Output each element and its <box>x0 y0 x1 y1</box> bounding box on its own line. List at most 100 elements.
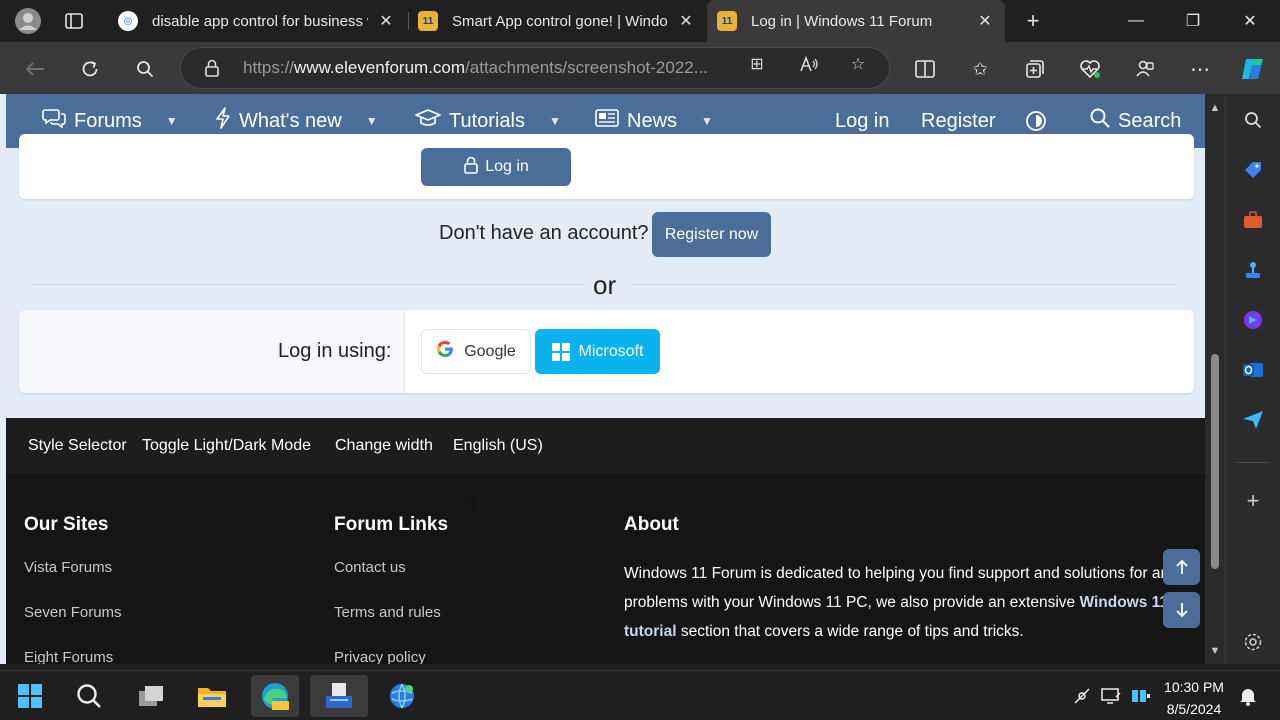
task-view-icon[interactable] <box>133 678 169 714</box>
address-bar[interactable]: https://www.elevenforum.com/attachments/… <box>180 47 890 89</box>
tab-bing-search[interactable]: ◎ disable app control for business w ✕ <box>108 0 406 42</box>
scroll-to-top-button[interactable] <box>1163 549 1200 585</box>
clock-time: 10:30 PM <box>1164 679 1224 695</box>
split-screen-icon[interactable] <box>910 54 940 84</box>
browser-essentials-icon[interactable] <box>1075 54 1105 84</box>
nav-label: What's new <box>239 109 342 132</box>
restore-button[interactable]: ❐ <box>1164 0 1222 42</box>
chevron-down-icon[interactable]: ▼ <box>701 114 713 128</box>
scroll-to-bottom-button[interactable] <box>1163 592 1200 628</box>
nav-label: Forums <box>74 109 142 132</box>
tab-close-button[interactable]: ✕ <box>376 11 396 31</box>
sidebar-divider <box>1236 462 1270 463</box>
sidebar-search-icon[interactable] <box>1241 108 1265 132</box>
style-selector-link[interactable]: Style Selector <box>28 437 127 455</box>
app-available-icon[interactable]: ⊞ <box>746 53 768 75</box>
language-link[interactable]: English (US) <box>453 437 543 455</box>
sidebar-settings-gear-icon[interactable] <box>1241 630 1265 654</box>
network-monitor-icon[interactable] <box>1100 685 1122 707</box>
footer-link-vista[interactable]: Vista Forums <box>24 559 112 576</box>
login-button-label: Log in <box>485 158 529 175</box>
scroll-up-arrow-icon[interactable]: ▲ <box>1209 102 1221 114</box>
url-path: /attachments/screenshot-2022... <box>465 58 708 77</box>
focus-assist-icon[interactable] <box>1071 685 1093 707</box>
about-heading: About <box>624 514 679 535</box>
footer-link-seven[interactable]: Seven Forums <box>24 604 122 621</box>
back-arrow-icon[interactable] <box>20 54 50 84</box>
tab-login-active[interactable]: 11 Log in | Windows 11 Forum ✕ <box>707 0 1005 42</box>
start-windows-icon[interactable] <box>12 678 48 714</box>
url-text[interactable]: https://www.elevenforum.com/attachments/… <box>243 58 733 78</box>
tab-smart-app-control[interactable]: 11 Smart App control gone! | Windo ✕ <box>408 0 706 42</box>
shopping-tag-icon[interactable] <box>1241 158 1265 182</box>
forum-links-heading: Forum Links <box>334 514 449 535</box>
notification-bell-icon[interactable] <box>1237 685 1259 707</box>
file-explorer-icon[interactable] <box>194 678 230 714</box>
footer-link-contact[interactable]: Contact us <box>334 559 406 576</box>
login-submit-button[interactable]: Log in <box>421 148 571 186</box>
google-logo-icon <box>436 340 454 363</box>
edge-browser-taskbar-icon[interactable] <box>251 675 299 717</box>
lock-icon[interactable] <box>181 59 243 77</box>
page-viewport: Forums ▼ What's new ▼ Tutorials ▼ News ▼… <box>0 94 1205 664</box>
send-arrow-icon[interactable] <box>1241 408 1265 432</box>
taskbar-search-icon[interactable] <box>71 678 107 714</box>
chevron-down-icon[interactable]: ▼ <box>166 114 178 128</box>
nav-label: Search <box>1118 109 1182 132</box>
read-aloud-icon[interactable] <box>798 53 820 75</box>
profile-avatar-icon[interactable] <box>12 6 44 36</box>
tab-close-button[interactable]: ✕ <box>975 11 995 31</box>
copilot-sidebar-icon[interactable] <box>1241 308 1265 332</box>
tools-briefcase-icon[interactable] <box>1241 208 1265 232</box>
site-footer: Style Selector Toggle Light/Dark Mode Ch… <box>6 418 1205 664</box>
url-domain: www.elevenforum.com <box>294 58 466 77</box>
no-account-text: Don't have an account? <box>439 222 649 244</box>
snipping-tool-icon[interactable] <box>310 675 368 717</box>
scrollbar-thumb[interactable] <box>1211 354 1219 569</box>
footer-link-terms[interactable]: Terms and rules <box>334 604 441 621</box>
favorites-icon[interactable]: ✩ <box>965 54 995 84</box>
chevron-down-icon[interactable]: ▼ <box>366 114 378 128</box>
change-width-link[interactable]: Change width <box>335 437 433 455</box>
page-scrollbar[interactable]: ▲ ▼ <box>1205 94 1225 664</box>
system-clock[interactable]: 10:30 PM 8/5/2024 <box>1158 676 1230 720</box>
add-sidebar-app-icon[interactable]: + <box>1241 488 1265 513</box>
tab-close-button[interactable]: ✕ <box>676 11 696 31</box>
scroll-down-arrow-icon[interactable]: ▼ <box>1209 645 1221 657</box>
network-globe-app-icon[interactable] <box>384 678 420 714</box>
refresh-icon[interactable] <box>75 54 105 84</box>
google-login-button[interactable]: Google <box>421 329 531 374</box>
microsoft-login-button[interactable]: Microsoft <box>535 329 660 374</box>
favorite-star-icon[interactable]: ☆ <box>847 53 869 75</box>
our-sites-heading: Our Sites <box>24 514 109 535</box>
search-icon <box>1090 108 1110 134</box>
footer-link-privacy[interactable]: Privacy policy <box>334 649 426 664</box>
minimize-button[interactable]: — <box>1107 0 1165 42</box>
clock-date: 8/5/2024 <box>1166 701 1222 717</box>
lightning-bolt-icon <box>215 107 231 135</box>
extensions-icon[interactable] <box>1130 54 1160 84</box>
new-tab-button[interactable]: + <box>1017 6 1049 36</box>
graduation-cap-icon <box>415 108 441 134</box>
games-joystick-icon[interactable] <box>1241 258 1265 282</box>
newspaper-icon <box>595 109 619 133</box>
register-now-button[interactable]: Register now <box>652 212 771 257</box>
bluetooth-devices-icon[interactable] <box>1130 685 1152 707</box>
close-window-button[interactable]: ✕ <box>1221 0 1279 42</box>
nav-label: Tutorials <box>449 109 525 132</box>
tab-title: disable app control for business w <box>152 12 368 30</box>
toggle-theme-link[interactable]: Toggle Light/Dark Mode <box>142 437 311 455</box>
outlook-icon[interactable] <box>1241 358 1265 382</box>
collections-icon[interactable] <box>1020 54 1050 84</box>
divider-right <box>630 284 1178 285</box>
footer-link-eight[interactable]: Eight Forums <box>24 649 113 664</box>
windows-logo-icon <box>551 342 570 361</box>
copilot-icon[interactable] <box>1238 54 1268 84</box>
search-icon[interactable] <box>130 54 160 84</box>
url-scheme: https:// <box>243 58 295 77</box>
chevron-down-icon[interactable]: ▼ <box>549 114 561 128</box>
footer-options-bar: Style Selector Toggle Light/Dark Mode Ch… <box>6 418 1205 474</box>
tab-actions-icon[interactable] <box>58 6 90 36</box>
more-options-icon[interactable]: ⋯ <box>1185 54 1215 84</box>
chat-bubbles-icon <box>42 108 66 134</box>
